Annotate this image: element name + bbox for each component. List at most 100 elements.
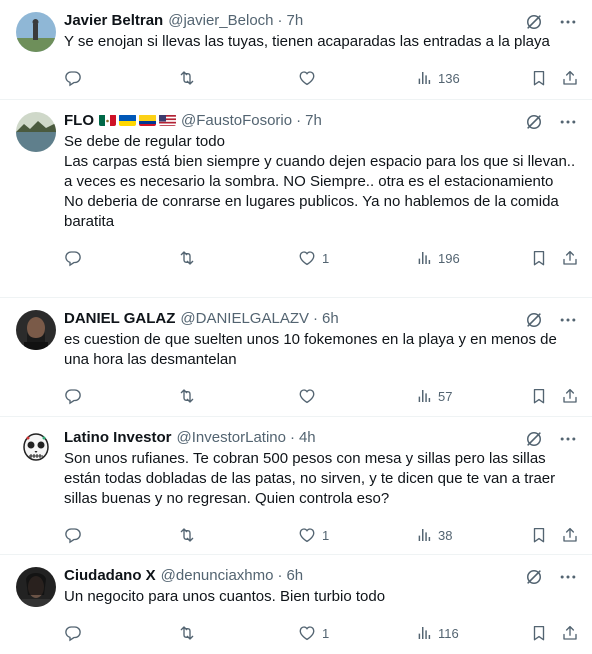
share-icon [561, 69, 579, 87]
action-bar: 1 116 [64, 613, 576, 653]
more-icon[interactable] [558, 12, 578, 32]
usa-flag [159, 114, 176, 126]
like-icon [298, 69, 316, 87]
mexico-flag [99, 114, 116, 126]
grok-icon[interactable] [524, 12, 544, 32]
user-handle[interactable]: @denunciaxhmo [161, 567, 274, 584]
retweet-button[interactable] [178, 249, 202, 267]
reply-button[interactable] [64, 387, 88, 405]
like-icon [298, 387, 316, 405]
display-name[interactable]: FLO [64, 112, 94, 129]
bookmark-button[interactable] [530, 69, 548, 87]
share-icon [561, 249, 579, 267]
share-button[interactable] [561, 69, 579, 87]
avatar[interactable] [16, 112, 56, 152]
reply-icon [64, 526, 82, 544]
more-icon[interactable] [558, 567, 578, 587]
grok-icon[interactable] [524, 112, 544, 132]
views-button[interactable]: 38 [416, 527, 452, 543]
share-button[interactable] [561, 249, 579, 267]
avatar[interactable] [16, 567, 56, 607]
reply-button[interactable] [64, 526, 88, 544]
retweet-icon [178, 69, 196, 87]
action-bar: 57 [64, 376, 576, 416]
grok-icon[interactable] [524, 429, 544, 449]
bookmark-button[interactable] [530, 526, 548, 544]
tweet[interactable]: Latino Investor @InvestorLatino · 4h Son… [0, 417, 592, 555]
timestamp[interactable]: 7h [287, 12, 304, 29]
views-count: 57 [438, 388, 453, 404]
views-button[interactable]: 196 [416, 250, 460, 266]
views-icon [416, 625, 432, 641]
like-count: 1 [322, 625, 330, 641]
retweet-button[interactable] [178, 526, 202, 544]
user-handle[interactable]: @DANIELGALAZV [180, 310, 309, 327]
display-name[interactable]: Ciudadano X [64, 567, 156, 584]
avatar[interactable] [16, 12, 56, 52]
timestamp[interactable]: 6h [286, 567, 303, 584]
like-count: 1 [322, 527, 330, 543]
avatar[interactable] [16, 310, 56, 350]
user-handle[interactable]: @InvestorLatino [177, 429, 286, 446]
user-handle[interactable]: @javier_Beloch [168, 12, 273, 29]
tweet[interactable]: FLO @FaustoFosorio · 7h Se debe de regul… [0, 100, 592, 298]
bookmark-button[interactable] [530, 624, 548, 642]
grok-icon[interactable] [524, 310, 544, 330]
action-bar: 1 38 [64, 515, 576, 555]
retweet-icon [178, 624, 196, 642]
views-button[interactable]: 57 [416, 388, 452, 404]
bookmark-icon [530, 69, 548, 87]
reply-button[interactable] [64, 249, 88, 267]
timestamp[interactable]: 6h [322, 310, 339, 327]
ukraine-flag [119, 114, 136, 126]
timestamp[interactable]: 7h [305, 112, 322, 129]
reply-icon [64, 249, 82, 267]
reply-button[interactable] [64, 624, 88, 642]
like-button[interactable]: 1 [298, 249, 329, 267]
tweet[interactable]: Ciudadano X @denunciaxhmo · 6h Un negoci… [0, 555, 592, 654]
share-button[interactable] [561, 526, 579, 544]
retweet-button[interactable] [178, 624, 202, 642]
retweet-button[interactable] [178, 69, 202, 87]
more-icon[interactable] [558, 429, 578, 449]
separator: · [277, 11, 283, 29]
retweet-icon [178, 387, 196, 405]
like-button[interactable]: 1 [298, 526, 329, 544]
timestamp[interactable]: 4h [299, 429, 316, 446]
separator: · [313, 309, 318, 327]
reply-icon [64, 387, 82, 405]
separator: · [296, 111, 302, 129]
display-name[interactable]: Latino Investor [64, 429, 172, 446]
bookmark-button[interactable] [530, 249, 548, 267]
views-button[interactable]: 136 [416, 70, 460, 86]
bookmark-icon [530, 249, 548, 267]
colombia-flag [139, 114, 156, 126]
retweet-icon [178, 526, 196, 544]
display-name[interactable]: DANIEL GALAZ [64, 310, 175, 327]
like-button[interactable]: 1 [298, 624, 329, 642]
share-button[interactable] [561, 624, 579, 642]
views-count: 196 [438, 250, 460, 266]
views-icon [416, 527, 432, 543]
more-icon[interactable] [558, 112, 578, 132]
share-icon [561, 387, 579, 405]
display-name[interactable]: Javier Beltran [64, 12, 163, 29]
tweet[interactable]: DANIEL GALAZ @DANIELGALAZV · 6h es cuest… [0, 298, 592, 417]
like-icon [298, 526, 316, 544]
bookmark-button[interactable] [530, 387, 548, 405]
avatar[interactable] [16, 429, 56, 469]
views-count: 136 [438, 70, 460, 86]
like-button[interactable] [298, 387, 322, 405]
grok-icon[interactable] [524, 567, 544, 587]
like-button[interactable] [298, 69, 322, 87]
reply-icon [64, 69, 82, 87]
tweet-text: Y se enojan si llevas las tuyas, tienen … [64, 33, 550, 50]
retweet-button[interactable] [178, 387, 202, 405]
reply-button[interactable] [64, 69, 88, 87]
share-button[interactable] [561, 387, 579, 405]
user-handle[interactable]: @FaustoFosorio [181, 112, 292, 129]
more-icon[interactable] [558, 310, 578, 330]
tweet[interactable]: Javier Beltran @javier_Beloch · 7h Y se … [0, 0, 592, 100]
views-icon [416, 70, 432, 86]
views-button[interactable]: 116 [416, 625, 459, 641]
